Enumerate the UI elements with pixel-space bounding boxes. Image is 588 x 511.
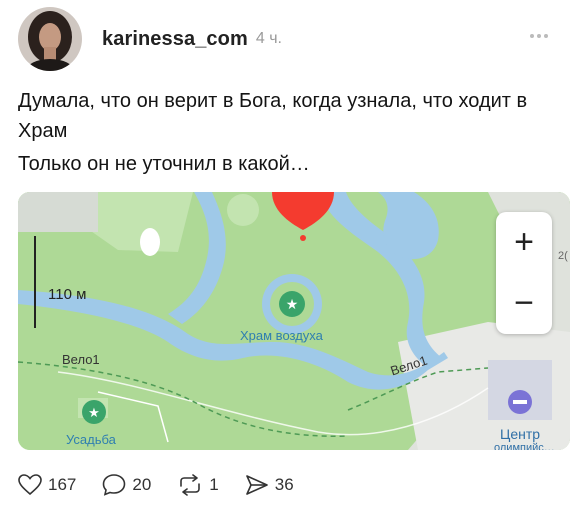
repost-button[interactable]: 1 bbox=[177, 474, 219, 496]
zoom-in-button[interactable]: + bbox=[496, 212, 552, 273]
scale-bar bbox=[34, 236, 36, 328]
post-actions: 167 20 1 36 bbox=[18, 470, 320, 500]
post-time: 4 ч. bbox=[255, 30, 282, 47]
center-label-2: олимпийс… bbox=[494, 442, 555, 450]
center-label[interactable]: Центр bbox=[500, 426, 540, 442]
place-label[interactable]: Храм воздуха bbox=[240, 328, 323, 343]
repost-icon bbox=[180, 474, 201, 496]
like-count: 167 bbox=[48, 475, 77, 494]
author-name[interactable]: karinessa_com bbox=[102, 28, 248, 51]
post-header: karinessa_com 4 ч. bbox=[18, 6, 558, 72]
like-button[interactable]: 167 bbox=[18, 474, 76, 496]
views-count: 36 bbox=[274, 475, 294, 494]
post-line-1: Думала, что он верит в Бога, когда узнал… bbox=[18, 90, 528, 142]
edge-number: 2( bbox=[558, 250, 568, 262]
more-icon[interactable] bbox=[530, 34, 548, 38]
views-button[interactable]: 36 bbox=[245, 474, 294, 496]
map-graphic: ★ ★ bbox=[18, 192, 570, 450]
heart-icon bbox=[18, 474, 42, 496]
repost-count: 1 bbox=[209, 475, 219, 494]
manor-label[interactable]: Усадьба bbox=[66, 432, 116, 447]
avatar[interactable] bbox=[18, 7, 82, 71]
post-text: Думала, что он верит в Бога, когда узнал… bbox=[18, 86, 558, 182]
star-icon: ★ bbox=[279, 291, 305, 317]
svg-text:★: ★ bbox=[88, 406, 100, 421]
sport-icon bbox=[508, 390, 532, 414]
comment-button[interactable]: 20 bbox=[102, 474, 151, 496]
map-image[interactable]: ★ ★ 110 м Храм воздуха Вело1 Вело1 Усадь… bbox=[18, 192, 570, 450]
zoom-out-button[interactable]: − bbox=[496, 273, 552, 334]
zoom-control: + − bbox=[496, 212, 552, 334]
views-icon bbox=[245, 475, 268, 495]
comment-icon bbox=[103, 474, 126, 496]
star-icon: ★ bbox=[82, 400, 106, 424]
svg-text:★: ★ bbox=[286, 297, 299, 313]
scale-label: 110 м bbox=[48, 286, 87, 303]
post-line-2: Только он не уточнил в какой… bbox=[18, 153, 310, 175]
comment-count: 20 bbox=[132, 475, 152, 494]
velo-label-left: Вело1 bbox=[62, 352, 100, 367]
